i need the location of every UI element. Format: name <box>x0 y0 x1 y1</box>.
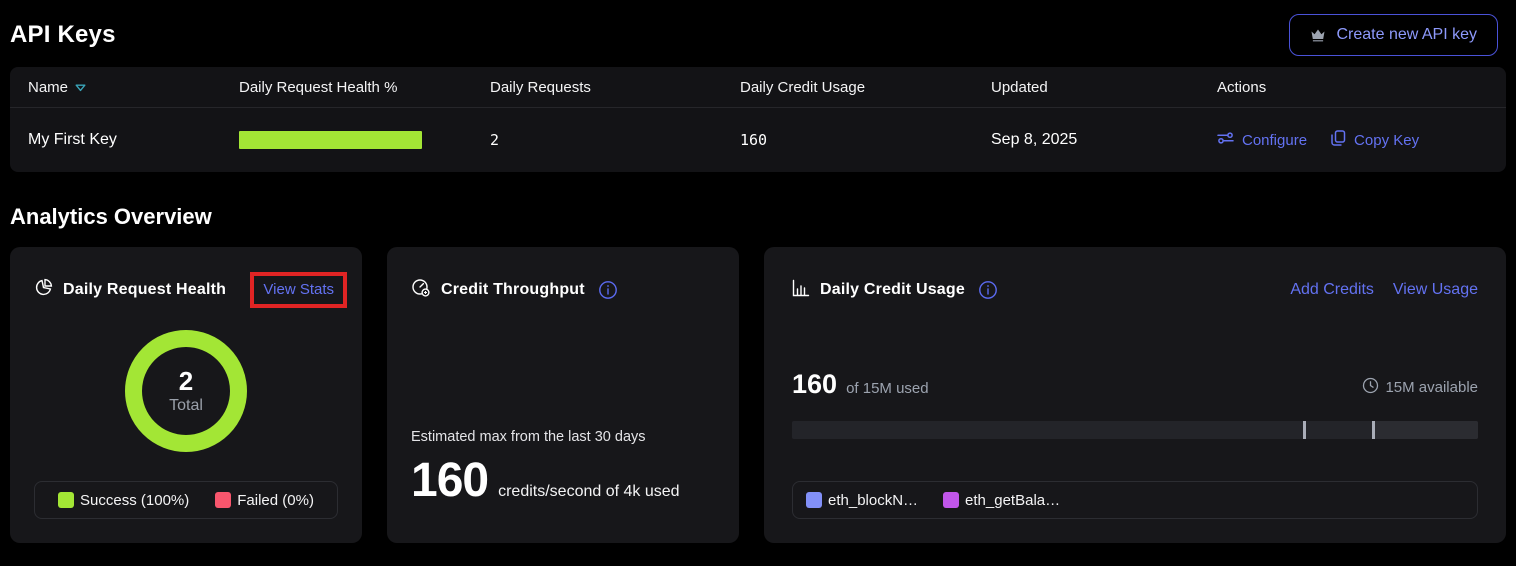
table-row: My First Key 2 160 Sep 8, 2025 Configure <box>10 107 1506 172</box>
table-header: Name Daily Request Health % Daily Reques… <box>10 67 1506 107</box>
pie-chart-icon <box>34 278 53 302</box>
failed-swatch-icon <box>215 492 231 508</box>
copy-icon <box>1331 130 1346 150</box>
throughput-card-header: Credit Throughput <box>411 271 715 309</box>
donut-total-label: Total <box>169 397 203 415</box>
gauge-icon <box>411 278 431 302</box>
add-credits-link[interactable]: Add Credits <box>1290 281 1374 299</box>
bar-chart-icon <box>792 279 810 302</box>
credits-available-label: 15M available <box>1385 379 1478 396</box>
bar-segment-light <box>1374 421 1478 439</box>
actions-cell: Configure Copy Key <box>1217 130 1506 150</box>
eth-getbalance-swatch-icon <box>943 492 959 508</box>
create-api-key-label: Create new API key <box>1336 26 1477 44</box>
throughput-card-title: Credit Throughput <box>441 281 585 299</box>
topbar: API Keys Create new API key <box>10 0 1506 58</box>
daily-credit-usage-cell: 160 <box>740 131 991 149</box>
legend-item-eth-getbalance: eth_getBala… <box>943 492 1060 509</box>
usage-card-title: Daily Credit Usage <box>820 281 965 299</box>
health-bar <box>239 131 422 149</box>
daily-request-health-card: Daily Request Health View Stats 2 Total … <box>10 247 362 543</box>
usage-progress-bar <box>792 421 1478 439</box>
crown-icon <box>1310 28 1326 42</box>
donut-ring: 2 Total <box>125 330 247 452</box>
column-header-daily-credit-usage: Daily Credit Usage <box>740 79 991 96</box>
column-header-health: Daily Request Health % <box>239 79 490 96</box>
daily-credit-usage-card: Daily Credit Usage Add Credits View Usag… <box>764 247 1506 543</box>
page-title: API Keys <box>10 21 116 49</box>
bar-tick-marker <box>1303 421 1306 439</box>
analytics-cards: Daily Request Health View Stats 2 Total … <box>10 247 1506 543</box>
donut-total-value: 2 <box>179 367 193 396</box>
health-card-title: Daily Request Health <box>63 281 226 299</box>
dashboard-page: API Keys Create new API key Name Daily R… <box>0 0 1516 543</box>
legend-item-eth-blocknumber: eth_blockN… <box>806 492 918 509</box>
credits-used-value: 160 <box>792 371 837 398</box>
view-stats-link[interactable]: View Stats <box>263 281 334 298</box>
health-card-header: Daily Request Health View Stats <box>34 271 338 309</box>
credits-used-label: of 15M used <box>846 380 929 397</box>
column-header-updated: Updated <box>991 79 1217 96</box>
column-header-name[interactable]: Name <box>28 79 239 96</box>
usage-legend: eth_blockN… eth_getBala… <box>792 481 1478 519</box>
usage-stats-row: 160 of 15M used 15M available <box>792 371 1478 398</box>
configure-link[interactable]: Configure <box>1217 131 1307 149</box>
bar-tick-marker <box>1372 421 1375 439</box>
configure-label: Configure <box>1242 132 1307 149</box>
clock-icon <box>1362 377 1379 398</box>
health-legend: Success (100%) Failed (0%) <box>34 481 338 519</box>
success-swatch-icon <box>58 492 74 508</box>
health-bar-cell <box>239 131 490 149</box>
eth-blocknumber-swatch-icon <box>806 492 822 508</box>
sort-down-icon <box>75 79 86 96</box>
throughput-value: 160 <box>411 457 488 505</box>
annotation-highlight-box: View Stats <box>250 272 347 308</box>
usage-card-header: Daily Credit Usage Add Credits View Usag… <box>792 271 1478 309</box>
usage-info-icon[interactable] <box>978 280 998 300</box>
analytics-overview-title: Analytics Overview <box>10 204 1506 230</box>
sliders-icon <box>1217 131 1234 149</box>
updated-cell: Sep 8, 2025 <box>991 131 1217 149</box>
throughput-unit: credits/second of 4k used <box>498 483 679 501</box>
health-donut-chart: 2 Total <box>34 330 338 452</box>
key-name-cell: My First Key <box>28 131 239 149</box>
legend-item-success: Success (100%) <box>58 492 189 509</box>
credit-throughput-card: Credit Throughput Estimated max from the… <box>387 247 739 543</box>
daily-requests-cell: 2 <box>490 131 740 149</box>
view-usage-link[interactable]: View Usage <box>1393 281 1478 299</box>
copy-key-label: Copy Key <box>1354 132 1419 149</box>
column-header-daily-requests: Daily Requests <box>490 79 740 96</box>
create-api-key-button[interactable]: Create new API key <box>1289 14 1498 56</box>
legend-item-failed: Failed (0%) <box>215 492 314 509</box>
column-header-actions: Actions <box>1217 79 1506 96</box>
throughput-subtitle: Estimated max from the last 30 days <box>411 429 715 445</box>
throughput-stats: Estimated max from the last 30 days 160 … <box>411 429 715 505</box>
throughput-info-icon[interactable] <box>598 280 618 300</box>
api-keys-table: Name Daily Request Health % Daily Reques… <box>10 67 1506 172</box>
copy-key-link[interactable]: Copy Key <box>1331 130 1419 150</box>
